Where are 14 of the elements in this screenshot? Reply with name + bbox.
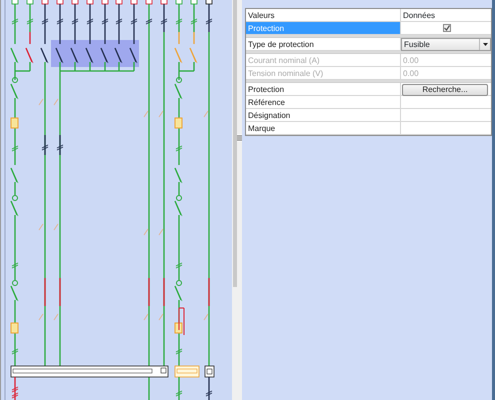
column-header: Données <box>403 11 436 20</box>
property-value: 0.00 <box>403 69 419 78</box>
caret-icon <box>482 43 488 46</box>
property-label[interactable]: Désignation <box>246 109 401 121</box>
dropdown[interactable]: Fusible <box>401 38 491 51</box>
property-value: 0.00 <box>403 56 419 65</box>
property-label[interactable]: Marque <box>246 122 401 134</box>
column-header: Valeurs <box>248 11 275 20</box>
search-button[interactable]: Recherche... <box>402 84 488 96</box>
property-label[interactable]: Protection <box>246 83 401 95</box>
splitter-grip-icon[interactable] <box>237 135 242 141</box>
property-label[interactable]: Référence <box>246 96 401 108</box>
scrollbar-thumb[interactable] <box>233 0 237 287</box>
checkbox[interactable] <box>443 24 451 32</box>
